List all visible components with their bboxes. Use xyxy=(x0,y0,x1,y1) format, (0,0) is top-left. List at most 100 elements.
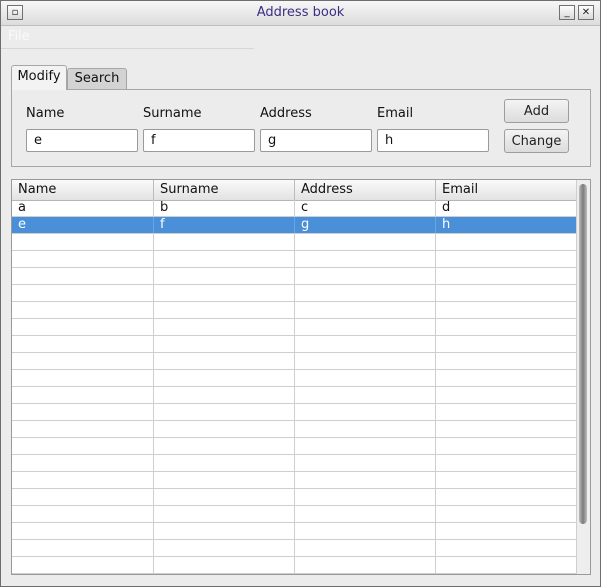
cell-address[interactable] xyxy=(295,404,436,420)
table-row[interactable]: abcd xyxy=(12,200,578,217)
column-header-email[interactable]: Email xyxy=(436,180,578,200)
cell-surname[interactable] xyxy=(154,319,295,335)
change-button[interactable]: Change xyxy=(504,129,569,153)
cell-name[interactable] xyxy=(12,472,154,488)
empty-table-row[interactable] xyxy=(12,489,578,506)
cell-address[interactable] xyxy=(295,234,436,250)
cell-name[interactable] xyxy=(12,557,154,573)
cell-name[interactable] xyxy=(12,285,154,301)
cell-email[interactable] xyxy=(436,285,578,301)
cell-address[interactable] xyxy=(295,489,436,505)
cell-surname[interactable] xyxy=(154,455,295,471)
cell-name[interactable] xyxy=(12,353,154,369)
add-button[interactable]: Add xyxy=(504,99,569,123)
cell-address[interactable] xyxy=(295,370,436,386)
empty-table-row[interactable] xyxy=(12,251,578,268)
cell-surname[interactable] xyxy=(154,268,295,284)
cell-surname[interactable] xyxy=(154,421,295,437)
cell-email[interactable] xyxy=(436,353,578,369)
scrollbar-thumb[interactable] xyxy=(579,184,587,524)
cell-name[interactable]: a xyxy=(12,200,154,216)
cell-surname[interactable]: f xyxy=(154,217,295,233)
cell-surname[interactable] xyxy=(154,472,295,488)
cell-name[interactable] xyxy=(12,336,154,352)
name-field[interactable] xyxy=(26,129,138,152)
cell-surname[interactable] xyxy=(154,438,295,454)
tab-search[interactable]: Search xyxy=(67,68,127,90)
empty-table-row[interactable] xyxy=(12,455,578,472)
empty-table-row[interactable] xyxy=(12,285,578,302)
empty-table-row[interactable] xyxy=(12,523,578,540)
cell-surname[interactable] xyxy=(154,336,295,352)
cell-surname[interactable] xyxy=(154,234,295,250)
cell-address[interactable] xyxy=(295,251,436,267)
title-bar[interactable]: ▫ Address book _ ✕ xyxy=(1,1,600,26)
cell-email[interactable] xyxy=(436,319,578,335)
close-icon[interactable]: ✕ xyxy=(578,5,594,20)
cell-email[interactable] xyxy=(436,472,578,488)
empty-table-row[interactable] xyxy=(12,472,578,489)
cell-name[interactable] xyxy=(12,438,154,454)
cell-email[interactable] xyxy=(436,251,578,267)
cell-name[interactable] xyxy=(12,268,154,284)
surname-field[interactable] xyxy=(143,129,255,152)
cell-name[interactable]: e xyxy=(12,217,154,233)
column-header-surname[interactable]: Surname xyxy=(154,180,295,200)
cell-name[interactable] xyxy=(12,319,154,335)
column-header-name[interactable]: Name xyxy=(12,180,154,200)
cell-name[interactable] xyxy=(12,404,154,420)
cell-address[interactable] xyxy=(295,285,436,301)
cell-name[interactable] xyxy=(12,234,154,250)
empty-table-row[interactable] xyxy=(12,387,578,404)
empty-table-row[interactable] xyxy=(12,353,578,370)
empty-table-row[interactable] xyxy=(12,557,578,574)
cell-address[interactable] xyxy=(295,523,436,539)
empty-table-row[interactable] xyxy=(12,302,578,319)
cell-address[interactable] xyxy=(295,302,436,318)
empty-table-row[interactable] xyxy=(12,540,578,557)
empty-table-row[interactable] xyxy=(12,234,578,251)
cell-address[interactable]: c xyxy=(295,200,436,216)
cell-address[interactable] xyxy=(295,540,436,556)
cell-address[interactable] xyxy=(295,506,436,522)
cell-name[interactable] xyxy=(12,302,154,318)
empty-table-row[interactable] xyxy=(12,438,578,455)
cell-name[interactable] xyxy=(12,387,154,403)
cell-name[interactable] xyxy=(12,489,154,505)
cell-address[interactable] xyxy=(295,438,436,454)
cell-address[interactable] xyxy=(295,353,436,369)
cell-email[interactable] xyxy=(436,302,578,318)
cell-address[interactable] xyxy=(295,557,436,573)
cell-email[interactable] xyxy=(436,455,578,471)
empty-table-row[interactable] xyxy=(12,421,578,438)
cell-email[interactable] xyxy=(436,489,578,505)
vertical-scrollbar[interactable] xyxy=(576,180,590,574)
cell-address[interactable] xyxy=(295,387,436,403)
cell-surname[interactable] xyxy=(154,353,295,369)
empty-table-row[interactable] xyxy=(12,268,578,285)
empty-table-row[interactable] xyxy=(12,319,578,336)
empty-table-row[interactable] xyxy=(12,370,578,387)
cell-name[interactable] xyxy=(12,455,154,471)
cell-surname[interactable] xyxy=(154,489,295,505)
cell-email[interactable]: h xyxy=(436,217,578,233)
cell-address[interactable] xyxy=(295,421,436,437)
empty-table-row[interactable] xyxy=(12,506,578,523)
cell-email[interactable] xyxy=(436,336,578,352)
cell-surname[interactable] xyxy=(154,506,295,522)
menu-file[interactable]: File xyxy=(8,29,30,44)
cell-surname[interactable] xyxy=(154,302,295,318)
cell-surname[interactable] xyxy=(154,523,295,539)
cell-email[interactable] xyxy=(436,268,578,284)
minimize-icon[interactable]: _ xyxy=(559,5,575,20)
cell-name[interactable] xyxy=(12,370,154,386)
cell-surname[interactable]: b xyxy=(154,200,295,216)
cell-surname[interactable] xyxy=(154,387,295,403)
cell-email[interactable] xyxy=(436,234,578,250)
cell-email[interactable] xyxy=(436,404,578,420)
cell-address[interactable] xyxy=(295,319,436,335)
cell-email[interactable] xyxy=(436,370,578,386)
cell-email[interactable] xyxy=(436,557,578,573)
empty-table-row[interactable] xyxy=(12,404,578,421)
cell-surname[interactable] xyxy=(154,404,295,420)
